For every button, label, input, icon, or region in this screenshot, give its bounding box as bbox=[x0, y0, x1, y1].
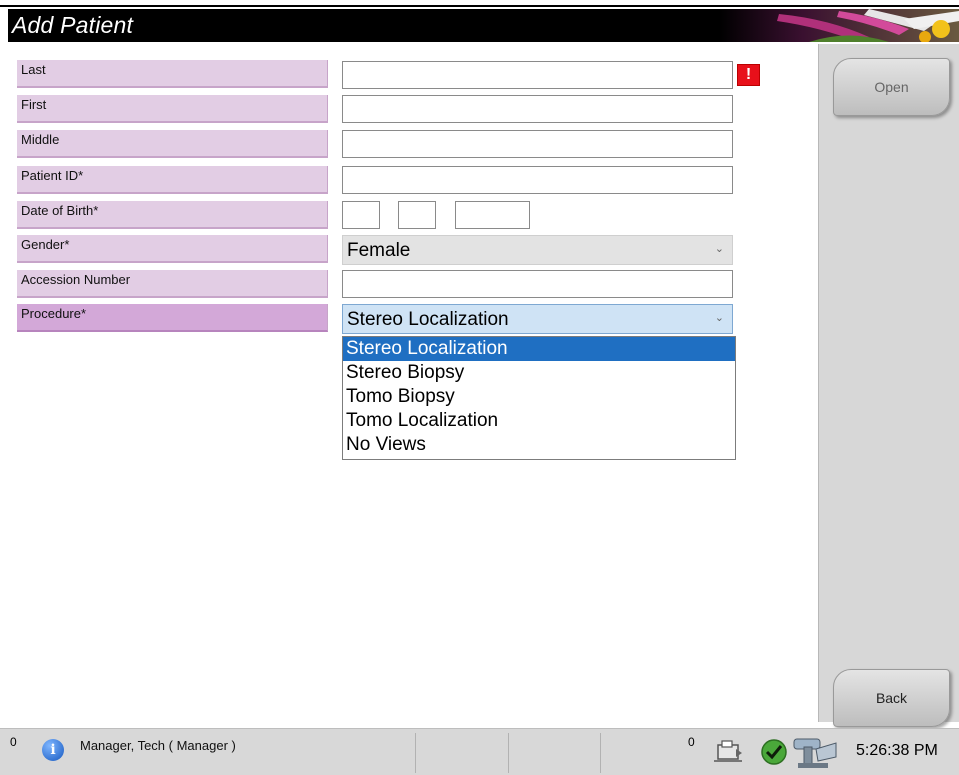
status-bar: 0 i Manager, Tech ( Manager ) 0 5:26:38 … bbox=[0, 728, 959, 775]
procedure-option-no-views[interactable]: No Views bbox=[343, 433, 735, 457]
status-divider bbox=[508, 733, 509, 773]
status-divider bbox=[600, 733, 601, 773]
gender-select[interactable]: Female ⌄ bbox=[342, 235, 733, 265]
procedure-option-tomo-localization[interactable]: Tomo Localization bbox=[343, 409, 735, 433]
accession-number-label: Accession Number bbox=[17, 270, 328, 298]
gantry-icon[interactable] bbox=[790, 733, 840, 771]
procedure-option-tomo-biopsy[interactable]: Tomo Biopsy bbox=[343, 385, 735, 409]
date-of-birth-label: Date of Birth* bbox=[17, 201, 328, 229]
procedure-select[interactable]: Stereo Localization ⌄ bbox=[342, 304, 733, 334]
system-status-icon[interactable] bbox=[712, 739, 744, 765]
middle-name-label: Middle bbox=[17, 130, 328, 158]
first-name-field[interactable] bbox=[342, 95, 733, 123]
last-name-label: Last bbox=[17, 60, 328, 88]
accession-number-field[interactable] bbox=[342, 270, 733, 298]
patient-id-label: Patient ID* bbox=[17, 166, 328, 194]
procedure-value: Stereo Localization bbox=[347, 309, 509, 330]
first-name-label: First bbox=[17, 95, 328, 123]
procedure-option-stereo-localization[interactable]: Stereo Localization bbox=[343, 337, 735, 361]
dob-year-field[interactable] bbox=[455, 201, 530, 229]
dob-month-field[interactable] bbox=[342, 201, 380, 229]
right-count: 0 bbox=[688, 735, 695, 749]
status-divider bbox=[415, 733, 416, 773]
dob-day-field[interactable] bbox=[398, 201, 436, 229]
last-name-field[interactable] bbox=[342, 61, 733, 89]
check-icon[interactable] bbox=[760, 738, 788, 766]
clock-time: 5:26:38 PM bbox=[856, 742, 938, 759]
gender-label: Gender* bbox=[17, 235, 328, 263]
info-icon[interactable]: i bbox=[42, 739, 64, 761]
title-bar: Add Patient bbox=[8, 9, 959, 42]
left-count: 0 bbox=[10, 735, 17, 749]
gender-value: Female bbox=[347, 240, 411, 261]
procedure-dropdown-list: Stereo Localization Stereo Biopsy Tomo B… bbox=[342, 336, 736, 460]
patient-id-field[interactable] bbox=[342, 166, 733, 194]
chevron-down-icon: ⌄ bbox=[714, 243, 724, 255]
current-user: Manager, Tech ( Manager ) bbox=[80, 738, 236, 753]
open-button[interactable]: Open bbox=[833, 58, 950, 116]
top-rule bbox=[0, 5, 959, 7]
back-button[interactable]: Back bbox=[833, 669, 950, 727]
flower-banner-image bbox=[719, 9, 959, 42]
procedure-option-stereo-biopsy[interactable]: Stereo Biopsy bbox=[343, 361, 735, 385]
window-title: Add Patient bbox=[12, 12, 134, 38]
middle-name-field[interactable] bbox=[342, 130, 733, 158]
alert-icon: ! bbox=[737, 64, 760, 86]
procedure-label: Procedure* bbox=[17, 304, 328, 332]
side-panel: Open Back bbox=[818, 44, 959, 727]
chevron-down-icon: ⌄ bbox=[714, 312, 724, 324]
